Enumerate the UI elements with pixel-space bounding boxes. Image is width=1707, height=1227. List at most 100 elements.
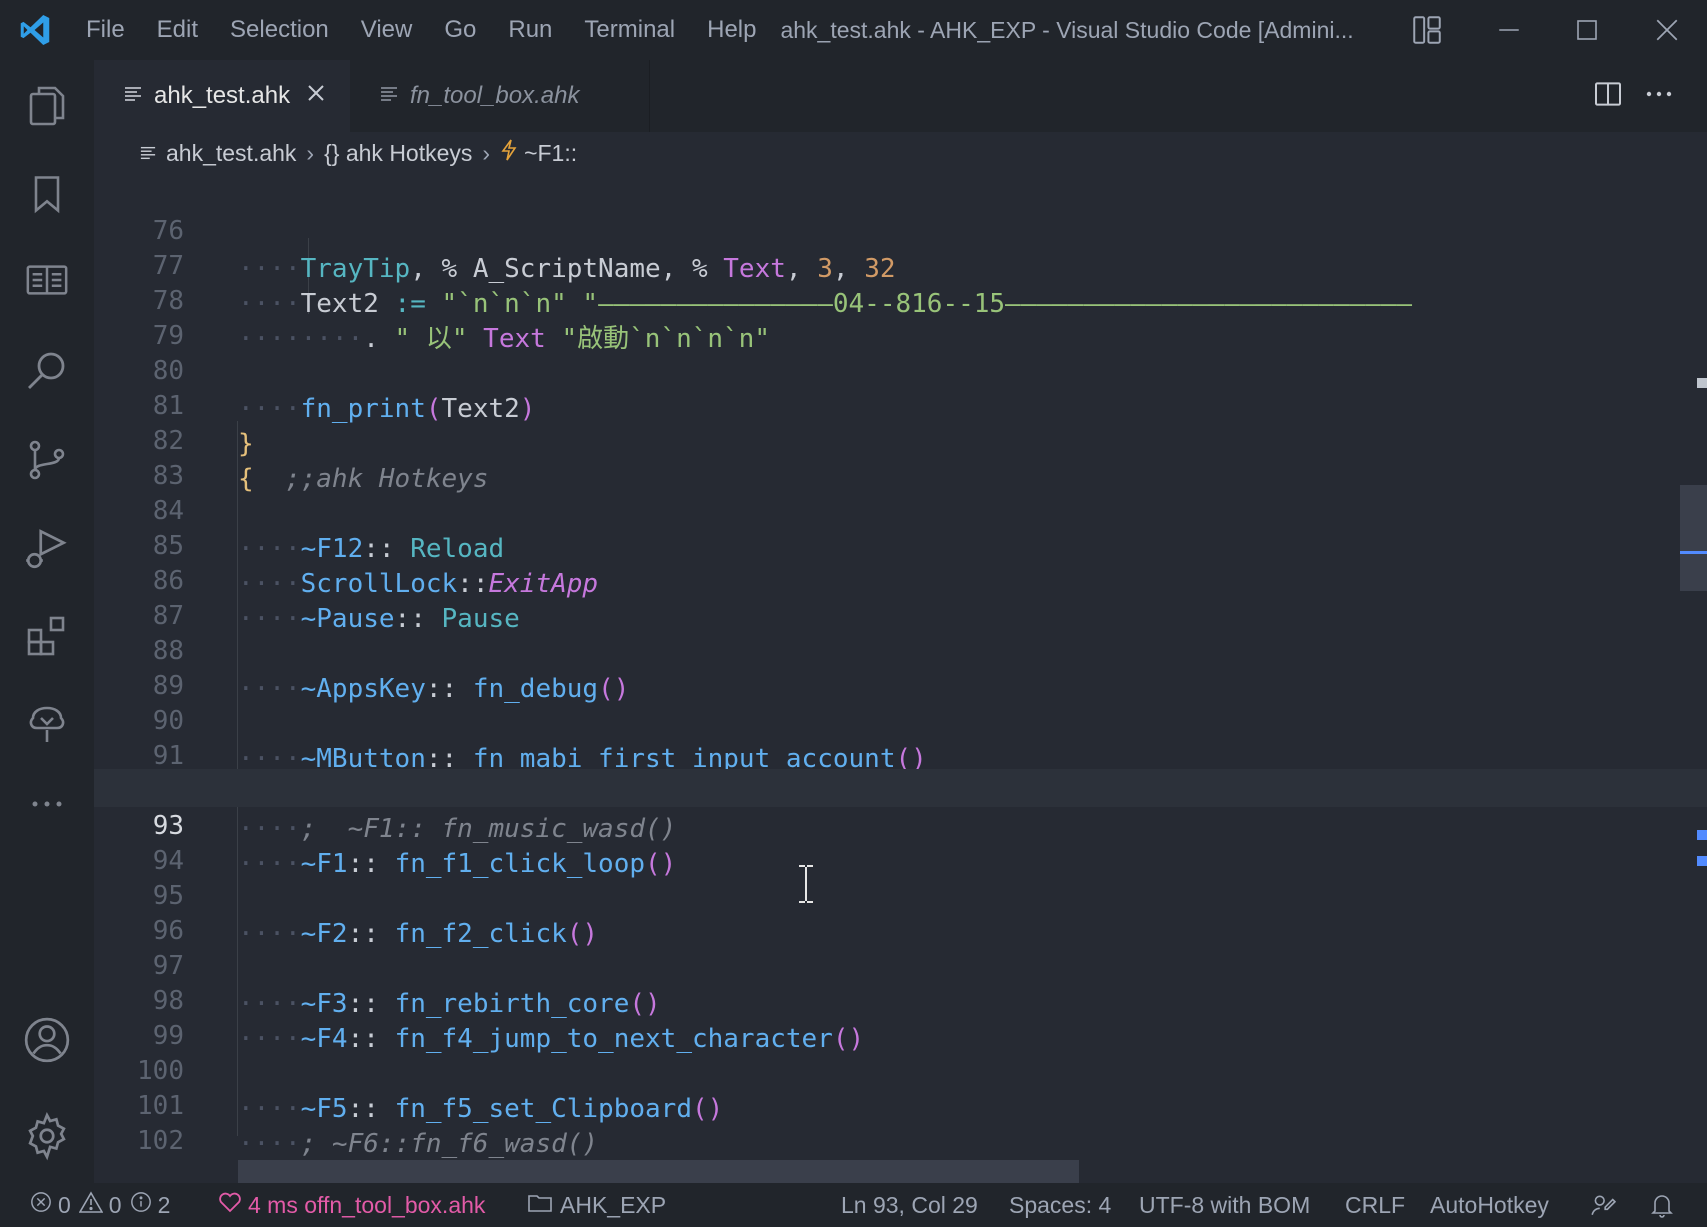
code-line-86: 86 ····~Pause:: Pause bbox=[94, 524, 1707, 634]
problems-indicator[interactable]: 0 0 2 bbox=[30, 1183, 170, 1227]
error-icon bbox=[30, 1183, 52, 1227]
breadcrumb-file[interactable]: ahk_test.ahk bbox=[166, 140, 296, 167]
menu-run[interactable]: Run bbox=[492, 0, 568, 60]
timing-indicator[interactable]: 4 ms offn_tool_box.ahk bbox=[218, 1183, 485, 1227]
notifications-bell-icon[interactable] bbox=[1650, 1183, 1674, 1227]
code-line-81: 81 } bbox=[94, 349, 1707, 459]
search-icon[interactable] bbox=[0, 330, 94, 410]
file-lines-icon bbox=[124, 82, 142, 110]
breadcrumb: ahk_test.ahk › {} ahk Hotkeys › ~F1:: bbox=[94, 132, 1707, 174]
code-line-94: 94 bbox=[94, 804, 1707, 876]
error-count: 0 bbox=[58, 1192, 71, 1218]
lightning-icon bbox=[500, 139, 518, 167]
code-token: ; ~F6::fn_f6_wasd() bbox=[300, 1129, 599, 1159]
end-of-line[interactable]: CRLF bbox=[1345, 1183, 1405, 1227]
menu-view[interactable]: View bbox=[345, 0, 429, 60]
code-line-87: 87 bbox=[94, 559, 1707, 631]
settings-gear-icon[interactable] bbox=[0, 1096, 94, 1176]
menu-selection[interactable]: Selection bbox=[214, 0, 345, 60]
menu-go[interactable]: Go bbox=[428, 0, 492, 60]
bookmarks-icon[interactable] bbox=[0, 154, 94, 234]
code-line-77: 77 ····Text2 := "`n`n`n" "——————————————… bbox=[94, 209, 1707, 319]
code-line-96: 96 bbox=[94, 874, 1707, 946]
line-code: ····; ~F6::fn_f6_wasd() bbox=[238, 1129, 599, 1159]
code-line-91: 91 bbox=[94, 699, 1707, 771]
book-icon[interactable] bbox=[0, 240, 94, 320]
overview-ruler-mark bbox=[1697, 856, 1707, 866]
code-line-92: 92 ····; ~F1:: fn_music_wasd() bbox=[94, 734, 1707, 844]
menu-help[interactable]: Help bbox=[691, 0, 772, 60]
code-line-79: 79 bbox=[94, 279, 1707, 351]
cursor-position[interactable]: Ln 93, Col 29 bbox=[841, 1183, 978, 1227]
tree-icon[interactable] bbox=[0, 684, 94, 764]
encoding[interactable]: UTF-8 with BOM bbox=[1139, 1183, 1310, 1227]
code-line-89: 89 bbox=[94, 629, 1707, 701]
code-line-93-current: 93 ····~F1:: fn_f1_click_loop() bbox=[94, 769, 1707, 879]
code-line-83: 83 bbox=[94, 419, 1707, 491]
menu-edit[interactable]: Edit bbox=[141, 0, 214, 60]
overview-ruler-mark bbox=[1697, 830, 1707, 840]
cursor-position-mark bbox=[1680, 551, 1707, 554]
tab-fn-tool-box[interactable]: fn_tool_box.ahk bbox=[350, 60, 650, 132]
line-number: 102 bbox=[137, 1126, 184, 1156]
extensions-icon[interactable] bbox=[0, 596, 94, 676]
heart-icon bbox=[218, 1183, 242, 1227]
vscode-logo-icon bbox=[0, 0, 70, 60]
more-actions-icon[interactable] bbox=[1644, 82, 1674, 110]
minimize-icon[interactable] bbox=[1474, 0, 1544, 60]
run-debug-icon[interactable] bbox=[0, 508, 94, 588]
explorer-icon[interactable] bbox=[0, 66, 94, 146]
info-count: 2 bbox=[157, 1192, 171, 1218]
code-line-97: 97 ····~F3:: fn_rebirth_core() bbox=[94, 909, 1707, 1019]
chevron-right-icon: › bbox=[482, 139, 491, 166]
title-bar: File Edit Selection View Go Run Terminal… bbox=[0, 0, 1707, 60]
menu-file[interactable]: File bbox=[70, 0, 141, 60]
breadcrumb-symbol[interactable]: ~F1:: bbox=[524, 140, 577, 167]
code-line-99: 99 bbox=[94, 979, 1707, 1051]
feedback-icon[interactable] bbox=[1590, 1183, 1616, 1227]
activity-bar bbox=[0, 60, 94, 1183]
text-cursor-icon bbox=[794, 864, 818, 908]
code-line-84: 84 ····~F12:: Reload bbox=[94, 454, 1707, 564]
file-lines-icon bbox=[380, 82, 398, 110]
folder-label: AHK_EXP bbox=[560, 1192, 667, 1218]
account-icon[interactable] bbox=[0, 1000, 94, 1080]
folder-icon bbox=[528, 1183, 552, 1227]
workspace-folder[interactable]: AHK_EXP bbox=[528, 1183, 666, 1227]
menu-terminal[interactable]: Terminal bbox=[568, 0, 691, 60]
tab-label: ahk_test.ahk bbox=[154, 82, 291, 109]
horizontal-scrollbar[interactable] bbox=[238, 1160, 1079, 1183]
warning-count: 0 bbox=[108, 1192, 122, 1218]
code-line-95: 95 ····~F2:: fn_f2_click() bbox=[94, 839, 1707, 949]
split-editor-icon[interactable] bbox=[1592, 78, 1624, 114]
window-title: ahk_test.ahk - AHK_EXP - Visual Studio C… bbox=[780, 16, 1354, 43]
warning-icon bbox=[78, 1183, 104, 1227]
info-icon bbox=[130, 1183, 152, 1227]
code-line-102: 102 bbox=[94, 1084, 1707, 1156]
code-line-88: 88 ····~AppsKey:: fn_debug() bbox=[94, 594, 1707, 704]
maximize-icon[interactable] bbox=[1552, 0, 1622, 60]
status-bar: 0 0 2 4 ms offn_tool_box.ahk AHK_EXP Ln … bbox=[0, 1183, 1707, 1227]
more-icon[interactable] bbox=[0, 764, 94, 844]
tab-ahk-test[interactable]: ahk_test.ahk bbox=[94, 60, 350, 132]
code-line-101: 101 ····; ~F6::fn_f6_wasd() bbox=[94, 1049, 1707, 1159]
indentation[interactable]: Spaces: 4 bbox=[1009, 1183, 1111, 1227]
customize-layout-icon[interactable] bbox=[1392, 0, 1462, 60]
code-line-82: 82 { ;;ahk Hotkeys bbox=[94, 384, 1707, 494]
vertical-scrollbar[interactable] bbox=[1680, 485, 1707, 591]
source-control-icon[interactable] bbox=[0, 420, 94, 500]
code-line-80: 80 ····fn_print(Text2) bbox=[94, 314, 1707, 424]
chevron-right-icon: › bbox=[306, 139, 315, 166]
language-mode[interactable]: AutoHotkey bbox=[1430, 1183, 1549, 1227]
close-tab-icon[interactable] bbox=[306, 82, 326, 110]
code-line-85: 85 ····ScrollLock::ExitApp bbox=[94, 489, 1707, 599]
code-editor[interactable]: 76 ····TrayTip, % A_ScriptName, % Text, … bbox=[94, 174, 1707, 1183]
code-line-90: 90 ····~MButton:: fn_mabi_first_input_ac… bbox=[94, 664, 1707, 774]
overview-ruler-mark bbox=[1697, 378, 1707, 388]
code-line-98: 98 ····~F4:: fn_f4_jump_to_next_characte… bbox=[94, 944, 1707, 1054]
close-window-icon[interactable] bbox=[1632, 0, 1702, 60]
tab-label: fn_tool_box.ahk bbox=[410, 82, 580, 109]
code-line-78: 78 ········. " 以" Text "啟動`n`n`n`n" bbox=[94, 244, 1707, 354]
file-lines-icon bbox=[140, 140, 156, 167]
breadcrumb-scope[interactable]: {} ahk Hotkeys bbox=[324, 140, 472, 167]
